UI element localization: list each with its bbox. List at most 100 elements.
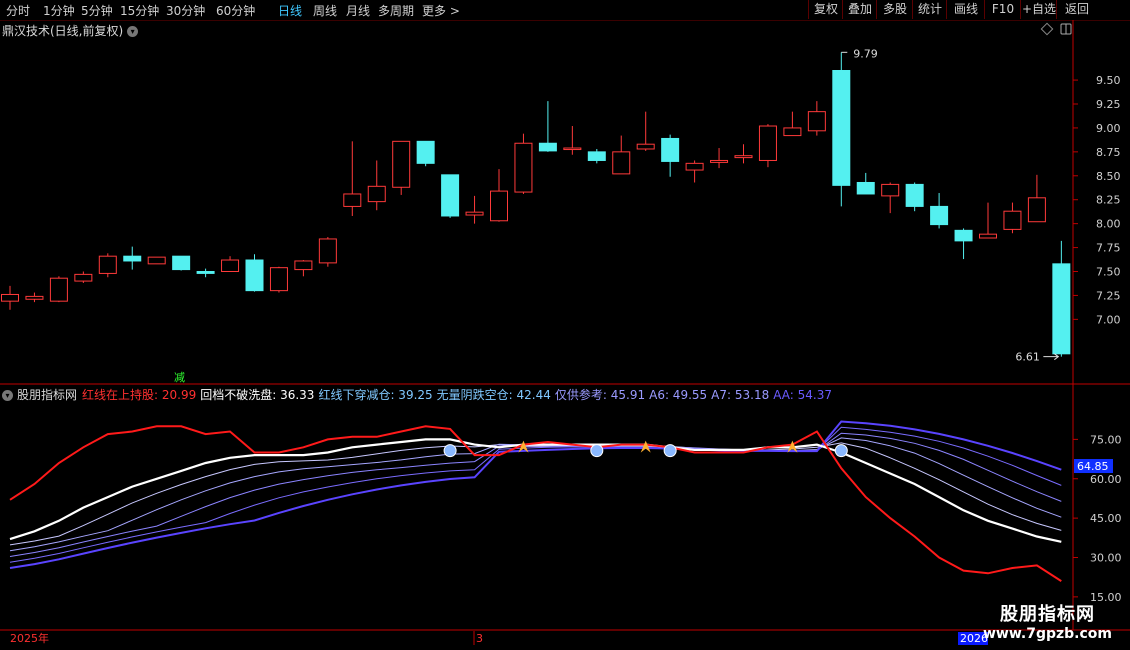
candle-4 bbox=[98, 253, 117, 278]
candle-19 bbox=[465, 195, 484, 224]
candle-body bbox=[147, 256, 166, 265]
candle-body bbox=[905, 183, 924, 207]
candle-36 bbox=[881, 182, 900, 214]
candle-33 bbox=[807, 101, 826, 136]
low-price-label: 6.61 bbox=[1015, 351, 1040, 364]
price-tick-label-3: 8.75 bbox=[1096, 146, 1121, 159]
candle-28 bbox=[685, 160, 704, 183]
candle-24 bbox=[587, 148, 606, 164]
candle-23 bbox=[563, 126, 582, 155]
indicator-band-line-2 bbox=[9, 432, 1062, 557]
candle-37 bbox=[905, 182, 924, 212]
indicator-band-line-1 bbox=[9, 437, 1062, 552]
candle-body bbox=[196, 271, 215, 274]
ind-tick-label-2: 45.00 bbox=[1090, 512, 1122, 525]
watermark-url: www.7gpzb.com bbox=[982, 626, 1112, 642]
candle-10 bbox=[245, 254, 264, 292]
candle-body bbox=[979, 233, 997, 239]
candle-body bbox=[441, 174, 460, 217]
candle-25 bbox=[612, 135, 631, 175]
candle-body bbox=[294, 260, 313, 271]
candle-body bbox=[1, 293, 19, 302]
candle-body bbox=[172, 255, 191, 271]
cup-signal-icon-0 bbox=[443, 444, 457, 458]
candle-body bbox=[1003, 210, 1022, 230]
candle-9 bbox=[221, 256, 240, 272]
low-arrow bbox=[1043, 353, 1060, 361]
candle-body bbox=[98, 255, 117, 274]
candle-body bbox=[856, 181, 875, 195]
candle-35 bbox=[856, 172, 875, 195]
watermark-title: 股朋指标网 bbox=[999, 604, 1095, 625]
candle-38 bbox=[930, 193, 949, 229]
candle-body bbox=[710, 159, 729, 163]
candle-41 bbox=[1003, 202, 1022, 234]
cup-signal-icon-4 bbox=[663, 444, 677, 458]
candle-16 bbox=[392, 140, 411, 195]
ind-tick-label-0: 75.00 bbox=[1090, 433, 1122, 446]
candle-body bbox=[245, 259, 264, 292]
cup-signal-icon-2 bbox=[590, 444, 604, 458]
watermark: 股朋指标网 www.7gpzb.com bbox=[983, 600, 1112, 642]
candle-body bbox=[465, 211, 484, 216]
candle-body bbox=[490, 190, 508, 222]
ind-tick-label-1: 60.00 bbox=[1090, 473, 1122, 486]
candle-body bbox=[1052, 263, 1071, 355]
price-tick-label-4: 8.50 bbox=[1096, 170, 1121, 183]
price-tick-label-0: 9.50 bbox=[1096, 74, 1121, 87]
candle-body bbox=[734, 155, 753, 159]
candle-body bbox=[881, 183, 900, 197]
cup-signal-icon-6 bbox=[834, 444, 848, 458]
candle-body bbox=[538, 142, 557, 152]
candle-body bbox=[416, 140, 435, 164]
candle-13 bbox=[318, 237, 337, 267]
candle-18 bbox=[441, 174, 460, 218]
candle-22 bbox=[538, 101, 557, 152]
candle-body bbox=[514, 142, 533, 193]
candle-body bbox=[123, 255, 142, 262]
candle-body bbox=[563, 147, 582, 151]
candle-6 bbox=[147, 256, 166, 265]
candle-20 bbox=[490, 169, 508, 222]
candle-40 bbox=[979, 202, 997, 239]
high-price-label: 9.79 bbox=[853, 47, 878, 60]
price-tick-label-9: 7.25 bbox=[1096, 289, 1121, 302]
price-tick-label-6: 8.00 bbox=[1096, 218, 1121, 231]
indicator-band-line-3 bbox=[9, 426, 1062, 563]
candle-12 bbox=[294, 260, 313, 277]
stock-chart[interactable]: 9.50 9.25 9.00 8.75 8.50 8.25 8.00 7.75 7.50 7.25… bbox=[0, 0, 1130, 650]
candle-body bbox=[930, 205, 949, 226]
price-tick-label-1: 9.25 bbox=[1096, 98, 1121, 111]
candle-17 bbox=[416, 140, 435, 167]
candle-0 bbox=[1, 285, 19, 310]
candle-body bbox=[954, 229, 973, 242]
candle-29 bbox=[710, 148, 729, 169]
signal-marker: 减 bbox=[174, 371, 185, 384]
candle-42 bbox=[1027, 174, 1046, 223]
candle-body bbox=[221, 259, 240, 272]
candle-21 bbox=[514, 133, 533, 194]
price-tick-label-7: 7.75 bbox=[1096, 242, 1121, 255]
candle-body bbox=[661, 137, 680, 162]
candle-body bbox=[318, 238, 337, 264]
candle-7 bbox=[172, 255, 191, 271]
candle-body bbox=[269, 267, 288, 292]
candle-body bbox=[25, 295, 44, 300]
candle-body bbox=[636, 143, 655, 150]
current-value-label: 64.85 bbox=[1077, 460, 1109, 473]
candle-30 bbox=[734, 144, 753, 164]
price-tick-label-8: 7.50 bbox=[1096, 266, 1121, 279]
candle-8 bbox=[196, 268, 215, 278]
candle-body bbox=[807, 111, 826, 132]
candle-27 bbox=[661, 134, 680, 177]
time-axis-mid: 3 bbox=[476, 632, 483, 645]
candle-body bbox=[758, 125, 777, 161]
diamond-icon bbox=[1040, 22, 1054, 36]
candle-31 bbox=[758, 124, 777, 168]
candle-body bbox=[612, 151, 631, 175]
candle-body bbox=[783, 127, 802, 137]
candle-body bbox=[685, 162, 704, 171]
candle-1 bbox=[25, 292, 44, 303]
candle-body bbox=[367, 185, 386, 203]
price-tick-label-10: 7.00 bbox=[1096, 313, 1121, 326]
